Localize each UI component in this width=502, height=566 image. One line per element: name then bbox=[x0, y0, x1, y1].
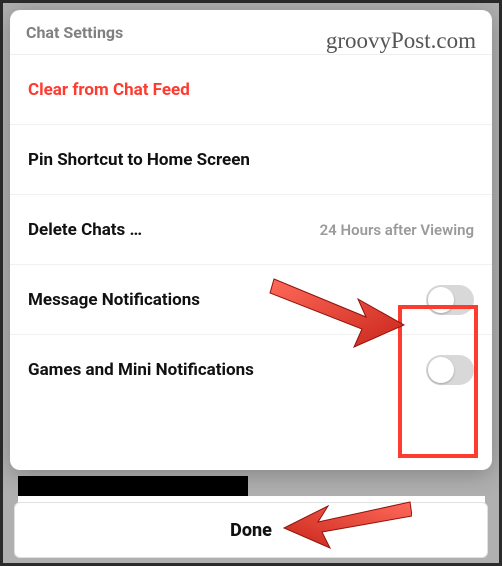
pin-shortcut-row[interactable]: Pin Shortcut to Home Screen bbox=[10, 125, 492, 195]
delete-chats-label: Delete Chats … bbox=[28, 220, 142, 240]
delete-chats-value: 24 Hours after Viewing bbox=[320, 221, 474, 239]
clear-from-chat-feed-label: Clear from Chat Feed bbox=[28, 80, 190, 100]
done-button-label: Done bbox=[230, 520, 272, 541]
delete-chats-row[interactable]: Delete Chats … 24 Hours after Viewing bbox=[10, 195, 492, 265]
message-notifications-label: Message Notifications bbox=[28, 290, 200, 310]
sheet-title: Chat Settings bbox=[26, 23, 123, 42]
games-notifications-label: Games and Mini Notifications bbox=[28, 360, 254, 380]
pin-shortcut-label: Pin Shortcut to Home Screen bbox=[28, 150, 250, 170]
clear-from-chat-feed-row[interactable]: Clear from Chat Feed bbox=[10, 55, 492, 125]
annotation-highlight-box bbox=[398, 305, 478, 458]
sheet-header: Chat Settings bbox=[10, 10, 492, 55]
done-button[interactable]: Done bbox=[14, 502, 488, 558]
